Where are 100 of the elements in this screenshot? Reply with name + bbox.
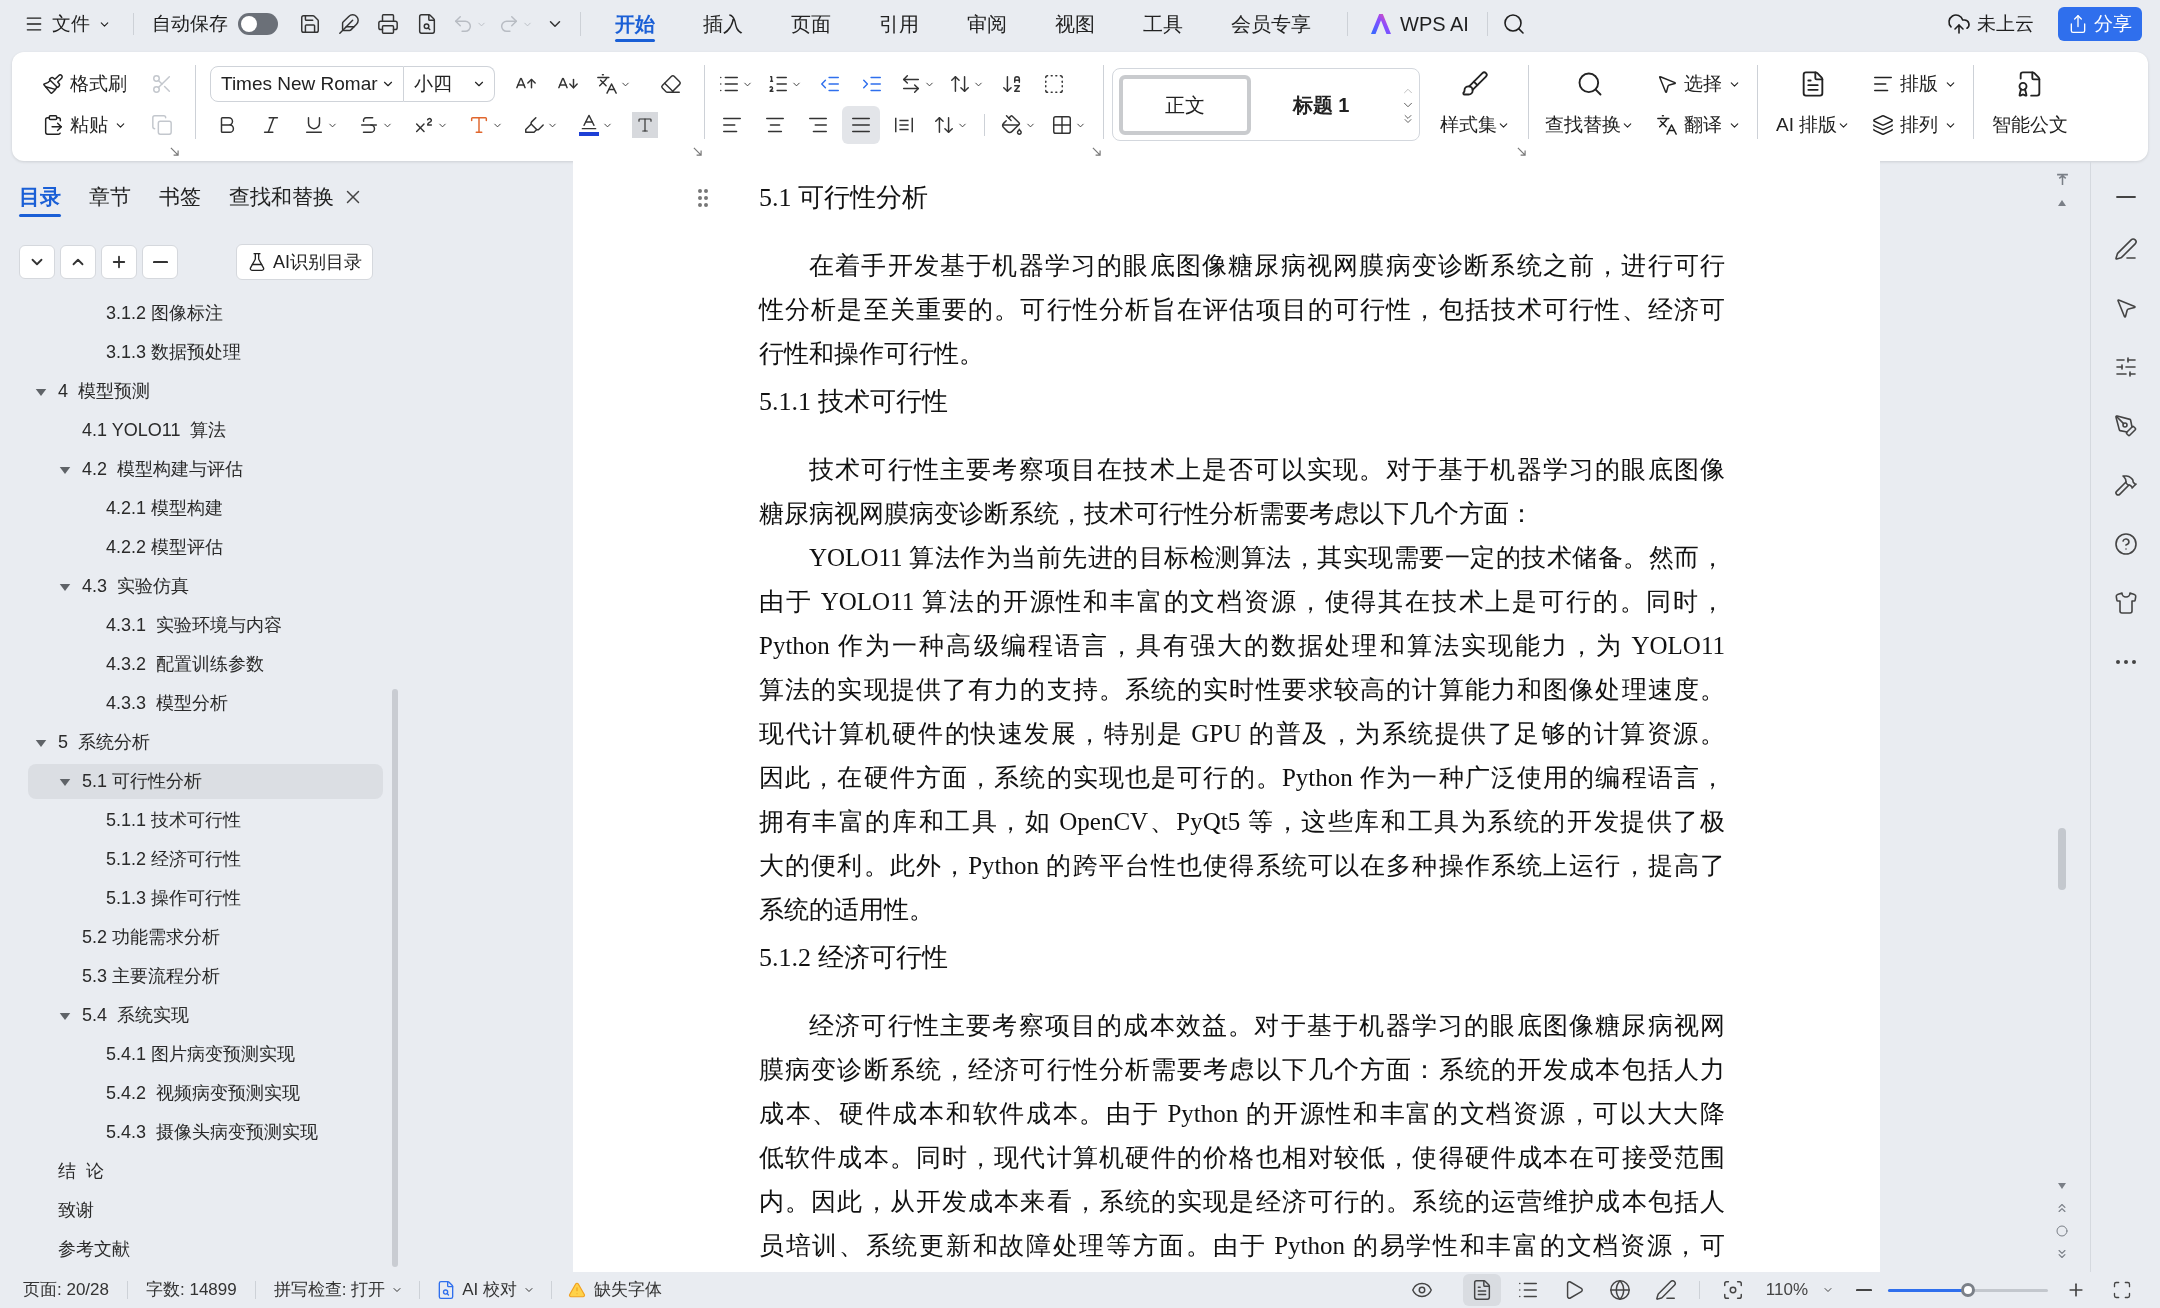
toc-item[interactable]: 3.1.3 数据预处理 [28, 335, 383, 370]
smart-document-button[interactable]: 智能公文 [1986, 65, 2075, 144]
toc-item[interactable]: 5.1.2 经济可行性 [28, 842, 383, 877]
ribbon-tab[interactable]: 引用 [855, 2, 943, 46]
toc-item[interactable]: 4.3.2 配置训练参数 [28, 647, 383, 682]
toc-item[interactable]: 4.1 YOLO11 算法 [28, 413, 383, 448]
toc-item[interactable]: 5.4 系统实现 [28, 998, 383, 1033]
cloud-status-button[interactable]: 未上云 [1943, 6, 2038, 42]
panel-tab[interactable]: 章节 [89, 175, 131, 219]
corner-arrow-icon[interactable] [1517, 147, 1526, 156]
language-icon [596, 73, 618, 95]
underline-icon [303, 114, 325, 136]
expand-button[interactable] [60, 245, 96, 279]
save-icon [299, 13, 321, 35]
autosave-label: 自动保存 [152, 11, 228, 36]
toc-item[interactable]: 4.3.1 实验环境与内容 [28, 608, 383, 643]
toc-item[interactable]: 4.2.2 模型评估 [28, 530, 383, 565]
ai-proofread-button[interactable]: AI 校对 [436, 1275, 535, 1305]
ribbon-tab[interactable]: 视图 [1031, 2, 1119, 46]
toc-item[interactable]: 5.4.2 视频病变预测实现 [28, 1076, 383, 1111]
ai-toc-button[interactable]: AI识别目录 [236, 244, 373, 280]
zoom-slider[interactable] [1888, 1283, 2048, 1297]
pen-icon [1654, 1279, 1677, 1301]
paste-button[interactable]: 粘贴 [38, 106, 131, 144]
translate-button[interactable]: 翻译 [1652, 106, 1745, 144]
toc-item[interactable]: 5.2 功能需求分析 [28, 920, 383, 955]
toc-item[interactable]: 5.1.1 技术可行性 [28, 803, 383, 838]
corner-arrow-icon[interactable] [170, 147, 179, 156]
triangle-down-icon[interactable] [2057, 1181, 2067, 1191]
toc-item[interactable]: 5.4.3 摄像头病变预测实现 [28, 1115, 383, 1150]
dashed-square-icon [1043, 73, 1065, 95]
redo-icon [498, 13, 520, 35]
toc-item[interactable]: 4.3 实验仿真 [28, 569, 383, 604]
share-button[interactable]: 分享 [2058, 7, 2142, 41]
fullscreen-icon [2112, 1280, 2132, 1300]
slider-thumb[interactable] [1961, 1283, 1975, 1297]
toc-item[interactable]: 结 论 [28, 1154, 383, 1189]
font-name-field[interactable]: Times New Romar [210, 66, 404, 102]
ai-layout-button[interactable]: AI 排版 [1770, 65, 1857, 144]
ribbon-tab[interactable]: 页面 [767, 2, 855, 46]
panel-tab[interactable]: 书签 [159, 175, 201, 219]
search-icon [1501, 12, 1526, 36]
highlighter-icon [523, 114, 545, 136]
corner-arrow-icon[interactable] [693, 147, 702, 156]
body-paragraph: 在着手开发基于机器学习的眼底图像糖尿病视网膜病变诊断系统之前，进行可行 性分析是至关重要的。可行性分析旨在评估项目的可行性，包括技术可行性、经济可 行性和操作可行性。 [759, 251, 1725, 369]
style-option[interactable]: 正文 [1119, 74, 1251, 135]
find-replace-button[interactable]: 查找替换 [1539, 65, 1640, 144]
toc-item[interactable]: 5.3 主要流程分析 [28, 959, 383, 994]
toc-item[interactable]: 5.4.1 图片病变预测实现 [28, 1037, 383, 1072]
corner-arrow-icon[interactable] [1092, 147, 1101, 156]
ribbon-tab[interactable]: 开始 [591, 2, 679, 46]
file-menu-button[interactable]: 文件 [20, 6, 115, 42]
remove-heading-button[interactable] [142, 245, 178, 279]
scrollbar-thumb[interactable] [2058, 828, 2066, 890]
cloud-upload-icon [1947, 12, 1971, 36]
ribbon-tab[interactable]: 会员专享 [1207, 2, 1335, 46]
minus-icon [1856, 1288, 1872, 1292]
pen-nib-icon [2113, 414, 2138, 438]
toc-item[interactable]: 5.1.3 操作可行性 [28, 881, 383, 916]
toc-item[interactable]: 参考文献 [28, 1232, 383, 1267]
select-button[interactable]: 选择 [1652, 65, 1745, 103]
arrows-left-right-icon [900, 73, 922, 95]
ribbon-tab[interactable]: 插入 [679, 2, 767, 46]
clipboard-icon [42, 114, 64, 136]
justify-button[interactable] [842, 106, 880, 144]
add-heading-button[interactable] [101, 245, 137, 279]
layout-button[interactable]: 排版 [1868, 65, 1962, 103]
toc-item[interactable]: 4.2 模型构建与评估 [28, 452, 383, 487]
font-size-field[interactable]: 小四 [404, 66, 495, 102]
autosave-toggle[interactable] [238, 13, 278, 35]
toc-item[interactable]: 4.3.3 模型分析 [28, 686, 383, 721]
panel-tab[interactable]: 查找和替换 [229, 175, 334, 219]
style-option[interactable]: 标题 1 [1255, 74, 1387, 135]
circle-icon [2056, 1225, 2068, 1237]
toc-item[interactable]: 5 系统分析 [28, 725, 383, 760]
triangle-up-icon[interactable] [2057, 198, 2067, 208]
missing-fonts-button[interactable]: 缺失字体 [568, 1275, 662, 1305]
scrollbar-thumb[interactable] [392, 689, 398, 1267]
toc-item[interactable]: 4 模型预测 [28, 374, 383, 409]
toc-item[interactable]: 4.2.1 模型构建 [28, 491, 383, 526]
toc-item[interactable]: 致谢 [28, 1193, 383, 1228]
toc-item[interactable]: 3.1.2 图像标注 [28, 296, 383, 331]
focus-icon [1721, 1279, 1744, 1301]
arrows-up-down-icon [949, 73, 971, 95]
ribbon-tab[interactable]: 审阅 [943, 2, 1031, 46]
ribbon-tab[interactable]: 工具 [1119, 2, 1207, 46]
arrow-up-to-line-icon[interactable] [2055, 173, 2069, 186]
arrange-button[interactable]: 排列 [1868, 106, 1962, 144]
arrows-up-down-icon [933, 114, 955, 136]
wps-ai-button[interactable]: WPS AI [1360, 6, 1479, 42]
zoom-level-button[interactable]: 110% [1765, 1274, 1834, 1306]
collapse-button[interactable] [19, 245, 55, 279]
shirt-icon [2113, 591, 2138, 615]
panel-tab[interactable]: 目录 [19, 175, 61, 219]
style-set-button[interactable]: 样式集 [1434, 65, 1516, 144]
page-view-button[interactable] [1462, 1274, 1501, 1306]
grid-icon [1051, 114, 1073, 136]
format-painter-button[interactable]: 格式刷 [38, 65, 131, 103]
spell-check-button[interactable]: 拼写检查: 打开 [273, 1275, 404, 1305]
toc-item[interactable]: 5.1 可行性分析 [28, 764, 383, 799]
